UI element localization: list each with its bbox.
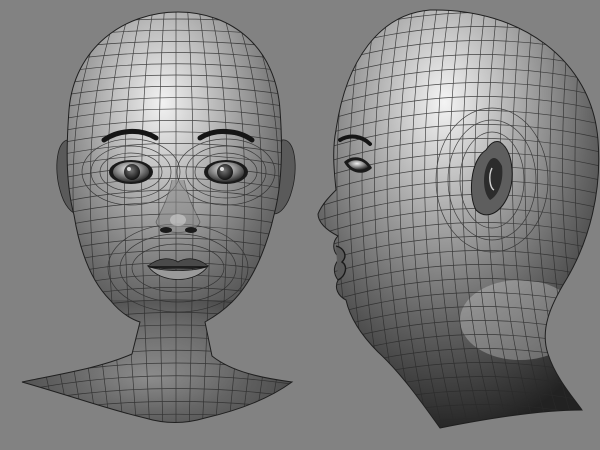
render-viewport bbox=[0, 0, 600, 450]
front-view-head bbox=[21, 11, 296, 423]
left-eye bbox=[109, 160, 153, 184]
scene-svg bbox=[21, 9, 600, 429]
side-view-head bbox=[317, 9, 600, 429]
mesh-meridian bbox=[268, 12, 292, 423]
right-eye bbox=[204, 160, 248, 184]
